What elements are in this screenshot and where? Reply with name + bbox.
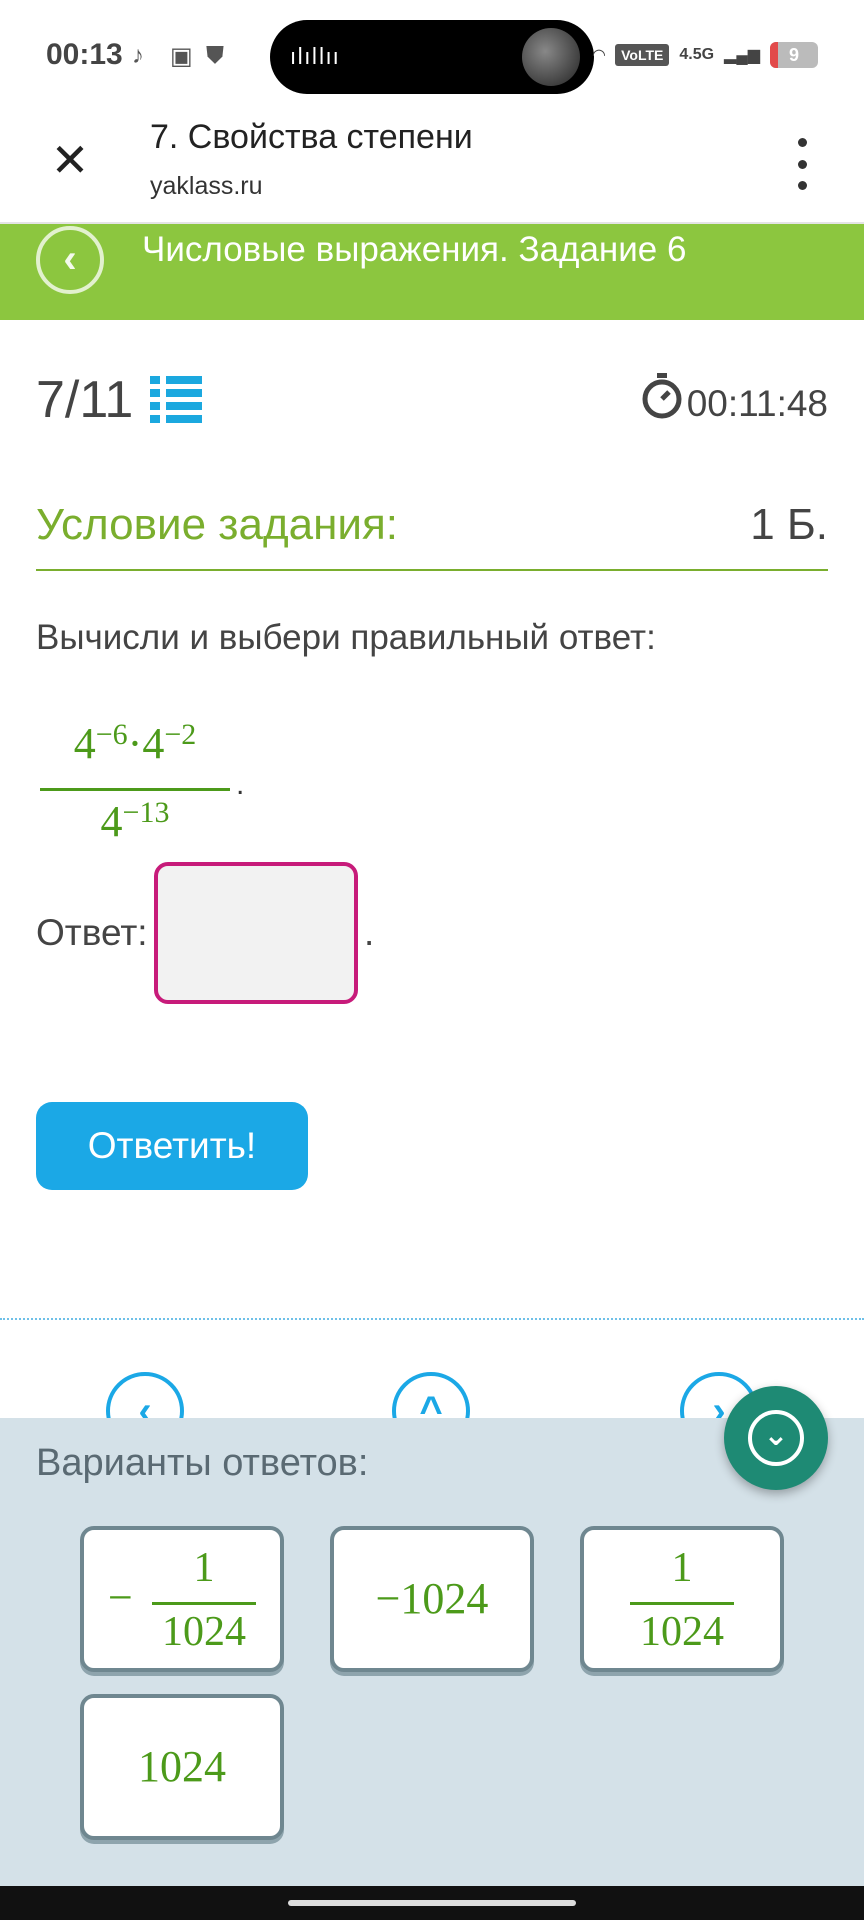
dynamic-island[interactable]: ılıllıı bbox=[270, 20, 594, 94]
answer-dropzone[interactable] bbox=[154, 862, 358, 1004]
collapse-variants-button[interactable]: ⌄ bbox=[724, 1386, 828, 1490]
answer-variants-panel: Варианты ответов: − 1 1024 −1024 1 1024 … bbox=[0, 1418, 864, 1886]
chevron-down-icon: ⌄ bbox=[748, 1410, 804, 1466]
volte-badge: VoLTE bbox=[615, 44, 670, 66]
points-label: 1 Б. bbox=[750, 500, 828, 549]
page-title: 7. Свойства степени bbox=[150, 118, 473, 156]
fraction-bar bbox=[40, 788, 230, 791]
variants-title: Варианты ответов: bbox=[36, 1442, 369, 1484]
home-indicator[interactable] bbox=[288, 1900, 576, 1906]
shield-icon: ⛊ bbox=[206, 42, 224, 69]
divider bbox=[36, 569, 828, 571]
variant-option[interactable]: 1 1024 bbox=[580, 1526, 784, 1672]
section-divider bbox=[0, 1318, 864, 1320]
condition-heading: Условие задания: bbox=[36, 500, 399, 549]
more-options-icon[interactable] bbox=[794, 138, 810, 190]
denominator: 4−13 bbox=[100, 796, 170, 846]
timer-value: 00:11:48 bbox=[686, 383, 828, 424]
numerator: 4−6·4−2 bbox=[73, 718, 197, 768]
submit-button[interactable]: Ответить! bbox=[36, 1102, 308, 1190]
variant-option[interactable]: −1024 bbox=[330, 1526, 534, 1672]
task-counter: 7/11 bbox=[36, 371, 134, 429]
stopwatch-icon bbox=[642, 373, 682, 419]
close-icon[interactable]: ✕ bbox=[46, 137, 94, 186]
battery-indicator: 9 bbox=[770, 42, 818, 68]
variant-option[interactable]: − 1 1024 bbox=[80, 1526, 284, 1672]
variant-option[interactable]: 1024 bbox=[80, 1694, 284, 1840]
back-icon[interactable]: ‹ bbox=[36, 226, 104, 294]
tiktok-icon: ♪ bbox=[132, 42, 144, 69]
status-time: 00:13 bbox=[46, 38, 123, 71]
network-label: 4.5G bbox=[679, 46, 715, 63]
task-list-icon[interactable] bbox=[150, 374, 202, 423]
status-right: ◠ VoLTE 4.5G ▂▄▆ 9 bbox=[593, 42, 818, 68]
system-nav-bar bbox=[0, 1886, 864, 1920]
audio-wave-icon: ılıllıı bbox=[290, 45, 340, 70]
wifi-icon: ◠ bbox=[592, 47, 606, 64]
status-bar: 00:13 ♪ ▣ ⛊ ılıllıı ◠ VoLTE 4.5G ▂▄▆ 9 bbox=[0, 0, 864, 110]
app-bar: ✕ 7. Свойства степени yaklass.ru bbox=[0, 110, 864, 222]
signal-icon: ▂▄▆ bbox=[724, 47, 760, 64]
album-cover bbox=[522, 28, 580, 86]
expression-period: . bbox=[236, 768, 245, 801]
banner-title: Числовые выражения. Задание 6 bbox=[142, 230, 687, 269]
answer-label: Ответ: bbox=[36, 912, 148, 953]
math-expression: 4−6·4−2 4−13 bbox=[40, 718, 230, 848]
answer-period: . bbox=[364, 912, 375, 953]
task-instruction: Вычисли и выбери правильный ответ: bbox=[36, 618, 656, 657]
page-url: yaklass.ru bbox=[150, 172, 263, 200]
topic-banner: ‹ Числовые выражения. Задание 6 bbox=[0, 222, 864, 320]
app-notification-icon: ▣ bbox=[170, 43, 193, 70]
